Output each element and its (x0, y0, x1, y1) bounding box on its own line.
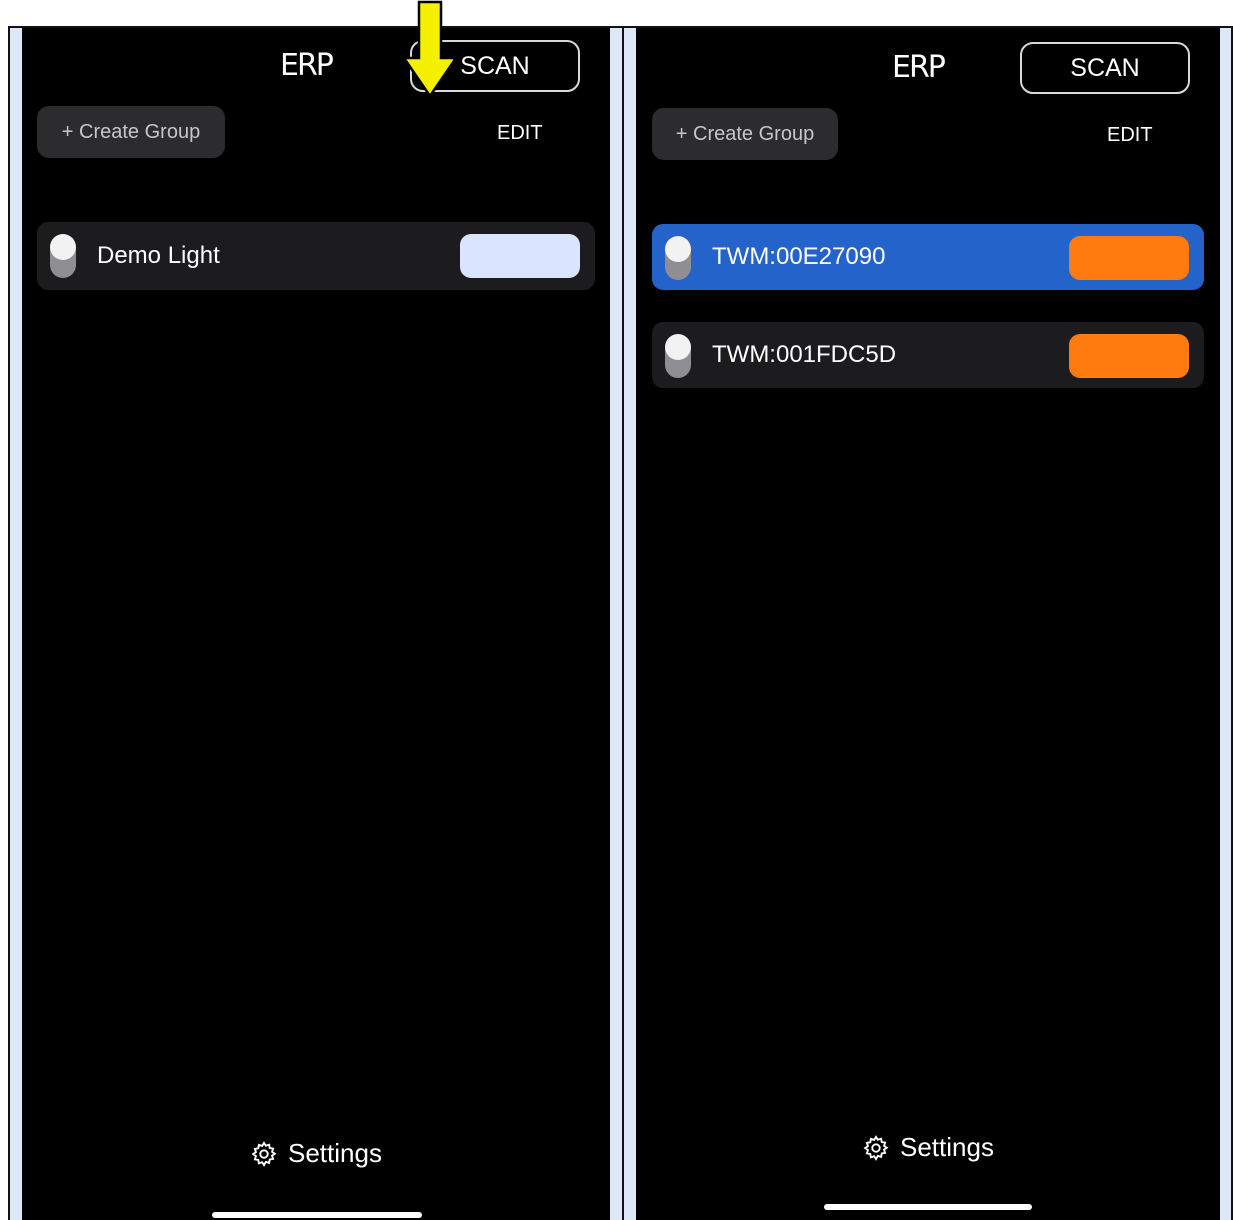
toggle-knob (665, 334, 691, 360)
device-name: TWM:001FDC5D (712, 341, 897, 368)
left-phone-frame: ERP SCAN + Create Group EDIT Demo Light … (8, 26, 624, 1220)
device-row-twm-00e27090[interactable]: TWM:00E27090 (652, 224, 1204, 290)
toggle-knob (665, 236, 691, 262)
right-phone-frame: ERP SCAN + Create Group EDIT TWM:00E2709… (622, 26, 1233, 1220)
create-group-button[interactable]: + Create Group (37, 106, 225, 158)
device-row-demo-light[interactable]: Demo Light (37, 222, 595, 290)
left-screen: ERP SCAN + Create Group EDIT Demo Light … (22, 28, 610, 1220)
toggle-knob (50, 234, 76, 260)
edit-button[interactable]: EDIT (497, 122, 543, 145)
settings-label: Settings (900, 1132, 994, 1162)
color-swatch[interactable] (1069, 334, 1189, 378)
color-swatch[interactable] (460, 234, 580, 278)
power-toggle[interactable] (665, 334, 691, 378)
device-row-twm-001fdc5d[interactable]: TWM:001FDC5D (652, 322, 1204, 388)
app-logo: ERP (280, 48, 334, 83)
right-screen: ERP SCAN + Create Group EDIT TWM:00E2709… (636, 28, 1220, 1220)
power-toggle[interactable] (50, 234, 76, 278)
color-swatch[interactable] (1069, 236, 1189, 280)
app-logo: ERP (892, 50, 946, 85)
down-arrow-annotation-icon (401, 0, 459, 99)
settings-label: Settings (288, 1138, 382, 1168)
home-indicator (212, 1212, 422, 1218)
edit-button[interactable]: EDIT (1107, 124, 1153, 147)
gear-icon (863, 1134, 889, 1161)
power-toggle[interactable] (665, 236, 691, 280)
settings-button[interactable]: Settings (250, 1138, 382, 1169)
device-name: Demo Light (97, 242, 220, 269)
settings-button[interactable]: Settings (862, 1132, 994, 1163)
scan-button[interactable]: SCAN (1020, 42, 1190, 94)
create-group-button[interactable]: + Create Group (652, 108, 838, 160)
home-indicator (824, 1204, 1032, 1210)
gear-icon (251, 1140, 277, 1167)
device-name: TWM:00E27090 (712, 243, 886, 270)
